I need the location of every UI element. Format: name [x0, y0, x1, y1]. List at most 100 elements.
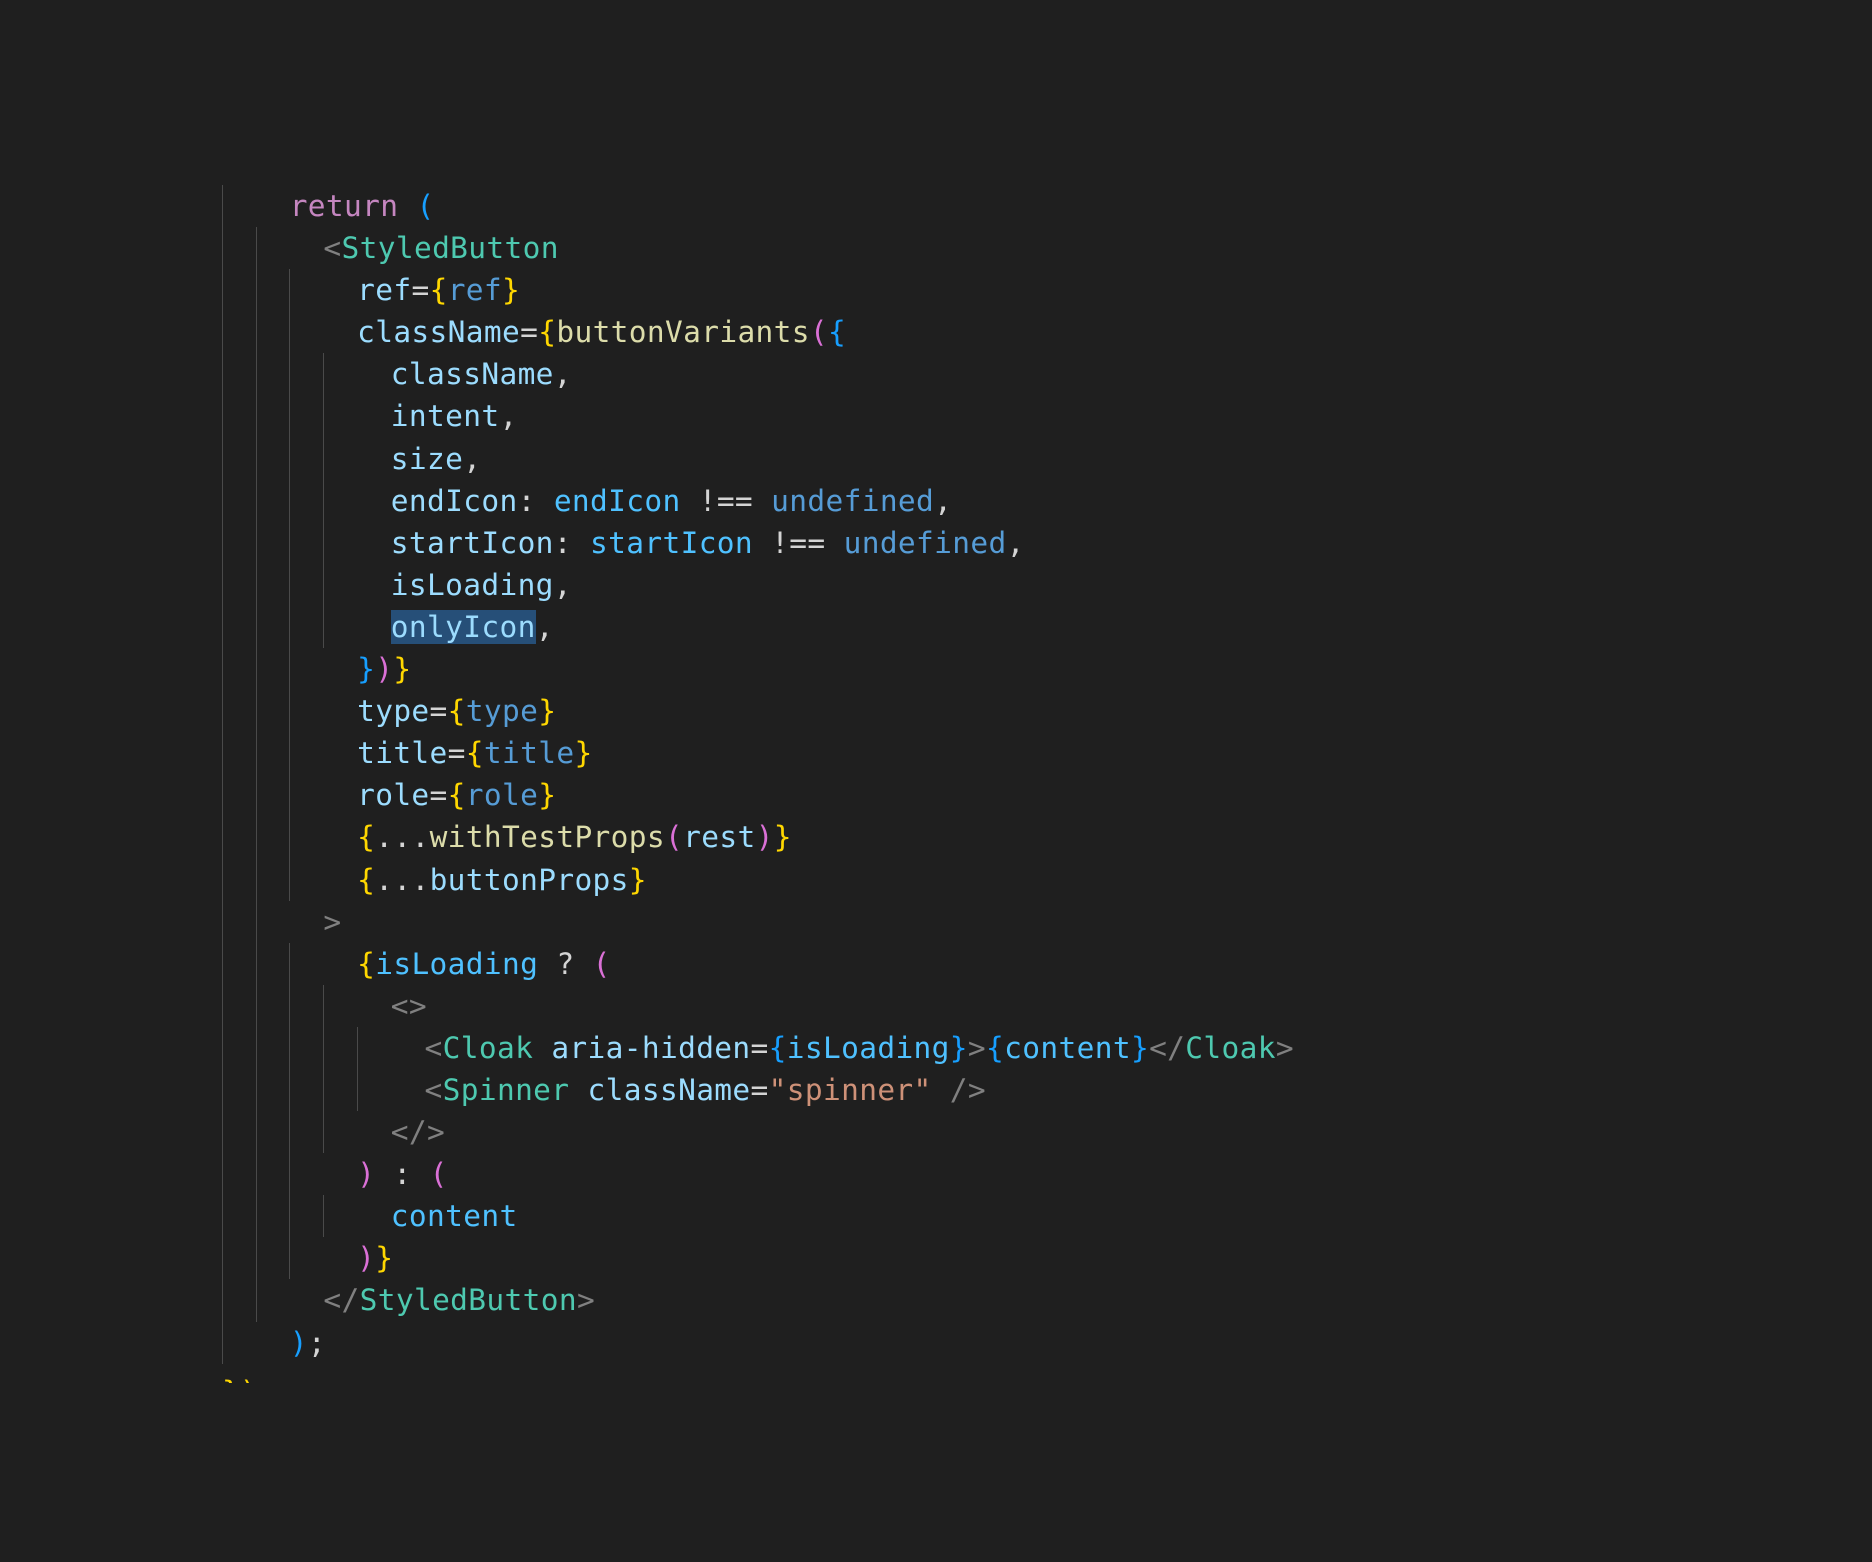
code-token: , [553, 357, 572, 392]
code-token: Cloak [442, 1030, 534, 1065]
code-token: className [587, 1072, 751, 1107]
code-token: } [502, 273, 521, 308]
code-token: role [465, 778, 539, 813]
code-token: !== [680, 483, 772, 518]
code-token: undefined [843, 525, 1007, 560]
code-token: = [750, 1072, 769, 1107]
code-token: ( [809, 315, 829, 350]
indent-guide [222, 521, 223, 564]
indent-guide [289, 521, 291, 564]
code-token: { [447, 694, 466, 729]
code-line-content: startIcon: startIcon !== undefined, [391, 522, 1025, 564]
code-token: { [986, 1030, 1005, 1065]
code-line-content: ref={ref} [357, 269, 520, 311]
code-token: = [750, 1030, 769, 1065]
indent-guide [255, 395, 257, 438]
code-line-content: onlyIcon, [390, 606, 554, 648]
code-token: } [538, 778, 557, 813]
code-line-content: {...buttonProps} [357, 859, 647, 901]
indent-guide [222, 437, 223, 480]
indent-guide [289, 984, 291, 1027]
code-token: Cloak [1185, 1030, 1276, 1065]
code-token: : [517, 483, 554, 518]
code-token: intent [390, 399, 500, 434]
indent-guide [323, 1068, 325, 1112]
code-line-content: )} [357, 1237, 393, 1279]
indent-guide [323, 437, 325, 480]
indent-guide [222, 1068, 223, 1112]
indent-guide [255, 479, 257, 522]
code-token: ( [429, 1157, 448, 1192]
code-line-content: content [391, 1195, 518, 1237]
indent-guide [255, 900, 257, 943]
code-token: ? [538, 946, 593, 981]
code-line-content: {...withTestProps(rest)} [357, 816, 792, 858]
code-token: content [390, 1199, 518, 1234]
code-token: title [483, 736, 575, 771]
indent-guide [255, 690, 257, 733]
code-token: , [535, 609, 554, 644]
indent-guide [255, 269, 257, 312]
indent-guide [323, 521, 325, 564]
indent-guide [222, 648, 223, 691]
code-token: type [357, 694, 430, 729]
code-token: isLoading [390, 567, 554, 602]
code-token: } [393, 652, 412, 687]
indent-guide [255, 732, 257, 775]
indent-guide [222, 563, 223, 606]
indent-guide [222, 269, 223, 312]
code-token: endIcon [390, 483, 518, 518]
indent-guide [289, 563, 291, 606]
indent-guide [289, 395, 291, 438]
code-token: = [429, 778, 448, 813]
code-token: ( [665, 820, 684, 855]
code-token: ref [447, 273, 503, 308]
indent-guide [255, 227, 257, 270]
indent-guide [289, 1026, 291, 1069]
code-line-content: <Spinner className="spinner" /> [425, 1069, 987, 1111]
code-line-content: </> [391, 1111, 445, 1153]
code-token: > [967, 1030, 987, 1065]
indent-guide [255, 1195, 257, 1238]
code-token: ) [357, 1241, 376, 1276]
indent-guide [289, 1153, 291, 1196]
indent-guide [255, 1111, 257, 1154]
code-token: = [447, 736, 466, 771]
selected-token: onlyIcon [390, 609, 536, 644]
code-line-content: title={title} [357, 732, 593, 774]
code-editor[interactable]: return (<StyledButton ref={ref} className=… [0, 0, 1872, 1562]
code-token: { [357, 820, 376, 855]
code-token: , [463, 441, 482, 476]
indent-guide [222, 353, 223, 396]
code-line-content: <StyledButton [323, 227, 558, 269]
indent-guide [323, 479, 325, 522]
code-line-content: > [323, 901, 341, 943]
indent-guide [289, 648, 291, 691]
code-token: = [520, 315, 539, 350]
code-token: title [357, 736, 448, 771]
indent-guide [289, 479, 291, 522]
code-token: className [390, 357, 554, 392]
code-token: } [357, 652, 376, 687]
code-token: } [773, 820, 792, 855]
indent-guide [222, 690, 223, 733]
code-token: { [357, 946, 376, 981]
indent-guide [222, 900, 223, 943]
indent-guide [255, 311, 257, 354]
code-token: { [357, 862, 376, 897]
code-line-content: isLoading, [391, 564, 572, 606]
code-line-content: className, [391, 353, 572, 395]
code-token: !== [753, 525, 844, 560]
indent-guide [323, 605, 325, 649]
indent-guide [289, 732, 291, 775]
code-token: withTestProps [429, 820, 665, 855]
indent-guide [222, 942, 223, 985]
indent-guide [255, 816, 257, 859]
indent-guide [255, 1068, 257, 1112]
indent-guide [222, 185, 223, 228]
code-token: startIcon [590, 525, 754, 560]
indent-guide [289, 816, 291, 859]
code-token: /> [931, 1072, 986, 1107]
